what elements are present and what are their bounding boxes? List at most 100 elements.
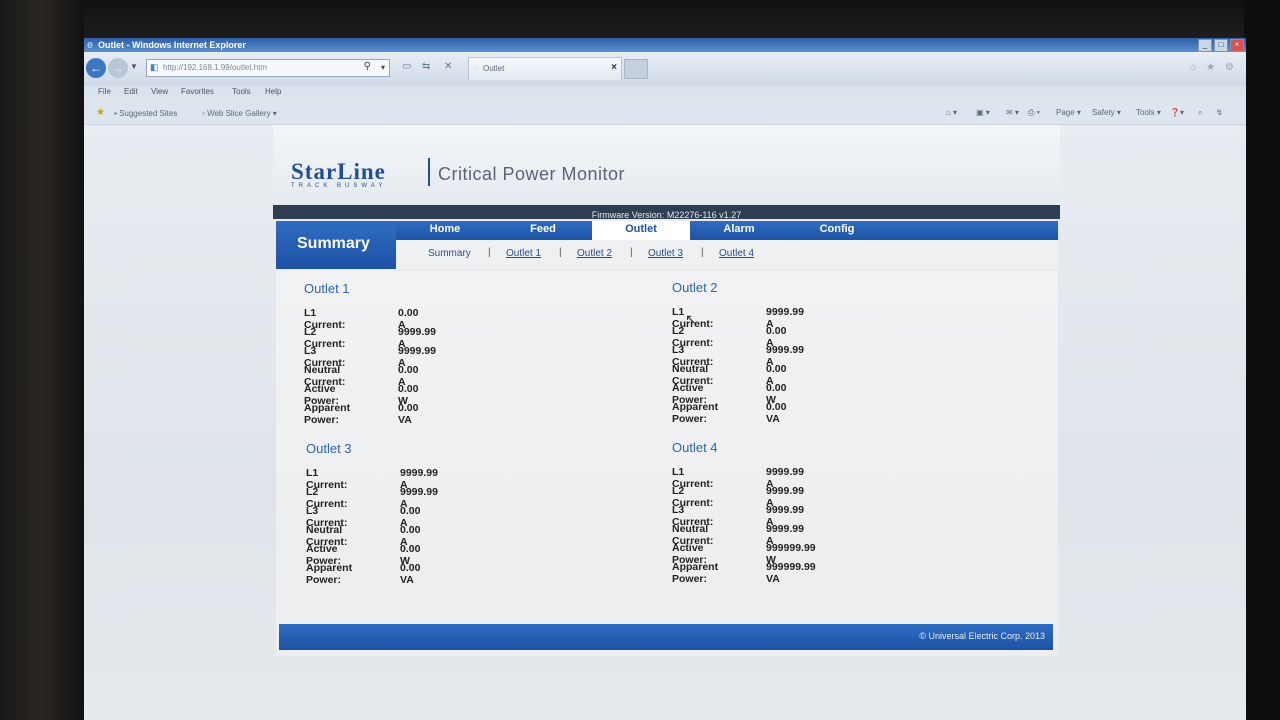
close-icon[interactable]: × bbox=[1230, 39, 1244, 52]
home-icon[interactable]: ⌂ bbox=[1190, 62, 1196, 73]
cmd-safety[interactable]: Safety ▾ bbox=[1092, 108, 1121, 117]
cmd-page[interactable]: Page ▾ bbox=[1056, 108, 1081, 117]
subnav-outlet-4[interactable]: Outlet 4 bbox=[719, 248, 754, 259]
nav-config[interactable]: Config bbox=[788, 221, 886, 240]
fav-suggested-sites-label: Suggested Sites bbox=[119, 109, 178, 118]
subnav-outlet-1[interactable]: Outlet 1 bbox=[506, 248, 541, 259]
forward-arrow-icon[interactable]: → bbox=[108, 58, 128, 78]
l1-current-row: L1 Current: 9999.99 A bbox=[672, 466, 804, 490]
home-cmd-icon[interactable]: ⌂ ▾ bbox=[946, 108, 957, 117]
cmd-safety-label: Safety bbox=[1092, 108, 1115, 117]
tab-page-icon: ◌ bbox=[473, 63, 479, 73]
logo-divider bbox=[428, 158, 430, 186]
page-header: StarLine TRACK BUSWAY Critical Power Mon… bbox=[273, 125, 1060, 205]
starline-logo: StarLine TRACK BUSWAY bbox=[291, 159, 386, 189]
back-arrow-icon[interactable]: ← bbox=[86, 58, 106, 78]
window-controls: _ □ × bbox=[1198, 39, 1244, 52]
favorites-star-icon[interactable]: ★ bbox=[1206, 62, 1215, 73]
outlet-summary-area: Outlet 1 L1 Current: 0.00 A L2 Current: 99… bbox=[276, 271, 1058, 656]
section-heading: Summary bbox=[297, 235, 370, 252]
cmd-page-label: Page bbox=[1056, 108, 1075, 117]
active-power-row: Active Power: 999999.99 W bbox=[672, 542, 816, 566]
menu-view[interactable]: View bbox=[151, 87, 168, 96]
address-url[interactable]: http://192.168.1.99/outlet.htm bbox=[163, 63, 267, 72]
stop-icon[interactable]: ✕ bbox=[444, 61, 452, 72]
recent-pages-dropdown-icon[interactable]: ▼ bbox=[130, 62, 138, 71]
menu-tools[interactable]: Tools bbox=[232, 87, 251, 96]
mail-icon[interactable]: ✉ ▾ bbox=[1006, 108, 1019, 117]
search-icon[interactable]: ⚲ bbox=[364, 61, 371, 72]
subnav-outlet-3[interactable]: Outlet 3 bbox=[648, 248, 683, 259]
page-content: StarLine TRACK BUSWAY Critical Power Mon… bbox=[84, 125, 1246, 720]
outlet-2-panel: Outlet 2 L1 Current: 9999.99 A L2 Current… bbox=[672, 280, 804, 425]
active-power-row: Active Power: 0.00 W bbox=[672, 382, 786, 406]
maximize-icon[interactable]: □ bbox=[1214, 39, 1228, 52]
apparent-power-row: Apparent Power: 0.00 VA bbox=[672, 401, 786, 425]
window-title: Outlet - Windows Internet Explorer bbox=[98, 40, 246, 50]
outlet-3-panel: Outlet 3 L1 Current: 9999.99 A L2 Current… bbox=[306, 441, 438, 586]
minimize-icon[interactable]: _ bbox=[1198, 39, 1212, 52]
nav-outlet[interactable]: Outlet bbox=[592, 221, 690, 240]
apparent-power-label: Apparent Power: bbox=[672, 561, 719, 585]
outlet-title: Outlet 3 bbox=[306, 441, 352, 456]
print-icon[interactable]: ⎙ ▾ bbox=[1028, 108, 1040, 118]
research-icon[interactable]: ⌕ bbox=[1198, 108, 1202, 118]
fav-web-slice-gallery[interactable]: ▫ Web Slice Gallery ▾ bbox=[202, 109, 277, 118]
subnav-summary[interactable]: Summary bbox=[428, 248, 471, 259]
apparent-power-value: 0.00 VA bbox=[398, 402, 419, 426]
monitor-bezel-left bbox=[0, 0, 84, 720]
tab-close-icon[interactable]: × bbox=[611, 62, 617, 73]
l2-current-row: L2 Current: 9999.99 A bbox=[306, 486, 438, 510]
neutral-current-row: Neutral Current: 0.00 A bbox=[304, 364, 418, 388]
messenger-icon[interactable]: ↯ bbox=[1216, 108, 1223, 117]
subnav-outlet-2[interactable]: Outlet 2 bbox=[577, 248, 612, 259]
main-nav: Home Feed Outlet Alarm Config bbox=[396, 221, 1058, 240]
tab-outlet[interactable]: ◌ Outlet × bbox=[468, 57, 622, 80]
firmware-version: Firmware Version: M22276-116 v1.27 bbox=[591, 210, 742, 220]
menu-favorites[interactable]: Favorites bbox=[181, 87, 214, 96]
apparent-power-row: Apparent Power: 999999.99 VA bbox=[672, 561, 816, 585]
nav-home[interactable]: Home bbox=[396, 221, 494, 240]
navigation-block: Summary Home Feed Outlet Alarm Config Su… bbox=[276, 221, 1058, 271]
menu-bar: File Edit View Favorites Tools Help bbox=[84, 86, 1246, 98]
outlet-title: Outlet 2 bbox=[672, 280, 718, 295]
l2-current-row: L2 Current: 9999.99 A bbox=[304, 326, 436, 350]
subnav-separator: | bbox=[488, 247, 491, 258]
address-dropdown-icon[interactable]: ▾ bbox=[381, 63, 385, 72]
cmd-tools[interactable]: Tools ▾ bbox=[1136, 108, 1161, 117]
subnav-separator: | bbox=[701, 247, 704, 258]
menu-edit[interactable]: Edit bbox=[124, 87, 138, 96]
help-icon[interactable]: ❓▾ bbox=[1170, 108, 1184, 117]
copyright-text: © Universal Electric Corp. 2013 bbox=[919, 631, 1045, 641]
logo-text: StarLine bbox=[291, 159, 386, 184]
menu-file[interactable]: File bbox=[98, 87, 111, 96]
neutral-current-row: Neutral Current: 0.00 A bbox=[306, 524, 420, 548]
app-title: Critical Power Monitor bbox=[438, 164, 626, 184]
tab-label: Outlet bbox=[483, 64, 505, 73]
neutral-current-row: Neutral Current: 0.00 A bbox=[672, 363, 786, 387]
nav-alarm[interactable]: Alarm bbox=[690, 221, 788, 240]
feeds-icon[interactable]: ▣ ▾ bbox=[976, 108, 990, 117]
page-icon: ◧ bbox=[150, 62, 159, 72]
address-bar[interactable]: ◧ http://192.168.1.99/outlet.htm ⚲ ▾ bbox=[146, 59, 390, 77]
fav-suggested-sites[interactable]: ▪ Suggested Sites bbox=[114, 109, 177, 118]
window-titlebar: e Outlet - Windows Internet Explorer _ □… bbox=[84, 38, 1246, 52]
nav-feed[interactable]: Feed bbox=[494, 221, 592, 240]
neutral-current-row: Neutral Current: 9999.99 A bbox=[672, 523, 804, 547]
tools-gear-icon[interactable]: ⚙ bbox=[1225, 62, 1234, 73]
outlet-1-panel: Outlet 1 L1 Current: 0.00 A L2 Current: 99… bbox=[304, 281, 436, 426]
active-power-row: Active Power: 0.00 W bbox=[304, 383, 418, 407]
monitor-bezel-right bbox=[1244, 0, 1280, 720]
menu-help[interactable]: Help bbox=[265, 87, 281, 96]
apparent-power-value: 999999.99 VA bbox=[766, 561, 816, 585]
l3-current-row: L3 Current: 9999.99 A bbox=[672, 504, 804, 528]
l3-current-row: L3 Current: 0.00 A bbox=[306, 505, 420, 529]
refresh-icon[interactable]: ⇆ bbox=[422, 61, 430, 72]
favorites-star-icon[interactable]: ★ bbox=[96, 107, 105, 118]
compatibility-view-icon[interactable]: ▭ bbox=[402, 61, 411, 72]
new-tab-button[interactable] bbox=[624, 59, 648, 79]
l1-current-row: L1 Current: 9999.99 A bbox=[306, 467, 438, 491]
outlet-4-panel: Outlet 4 L1 Current: 9999.99 A L2 Current… bbox=[672, 440, 816, 585]
l1-current-row: L1 Current: 0.00 A bbox=[304, 307, 418, 331]
active-power-row: Active Power: 0.00 W bbox=[306, 543, 420, 567]
